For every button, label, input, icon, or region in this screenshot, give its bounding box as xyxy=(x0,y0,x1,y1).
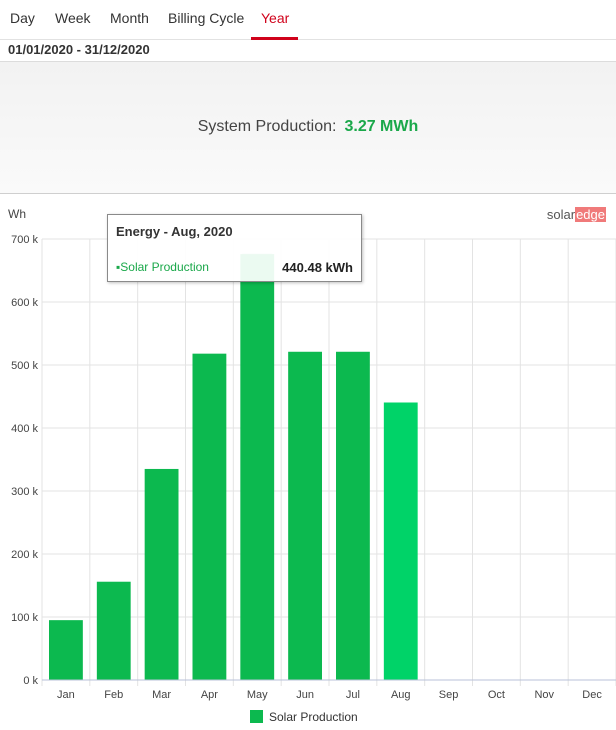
active-tab-underline xyxy=(251,37,298,40)
tab-week[interactable]: Week xyxy=(55,10,91,26)
summary-label: System Production: xyxy=(197,118,337,135)
tooltip-value: 440.48 kWh xyxy=(282,260,353,275)
tab-day[interactable]: Day xyxy=(10,10,35,26)
tab-month[interactable]: Month xyxy=(110,10,149,26)
production-summary: System Production: 3.27 MWh xyxy=(0,61,616,194)
tooltip-title: Energy - Aug, 2020 xyxy=(116,224,233,239)
summary-line: System Production: 3.27 MWh xyxy=(0,118,616,136)
period-tabs: Day Week Month Billing Cycle Year xyxy=(0,0,616,40)
tab-billing-cycle[interactable]: Billing Cycle xyxy=(168,10,244,26)
solaredge-logo: solaredge xyxy=(546,207,606,222)
chart-tooltip: Energy - Aug, 2020 ▪Solar Production 440… xyxy=(107,214,362,282)
date-range: 01/01/2020 - 31/12/2020 xyxy=(8,42,150,57)
tooltip-series-label: ▪Solar Production xyxy=(116,260,209,274)
chart-legend[interactable]: Solar Production xyxy=(250,710,358,726)
legend-swatch xyxy=(250,710,263,723)
tab-year[interactable]: Year xyxy=(261,10,289,26)
y-axis-unit-label: Wh xyxy=(8,207,26,221)
summary-value: 3.27 MWh xyxy=(344,118,419,135)
legend-label: Solar Production xyxy=(269,710,358,724)
